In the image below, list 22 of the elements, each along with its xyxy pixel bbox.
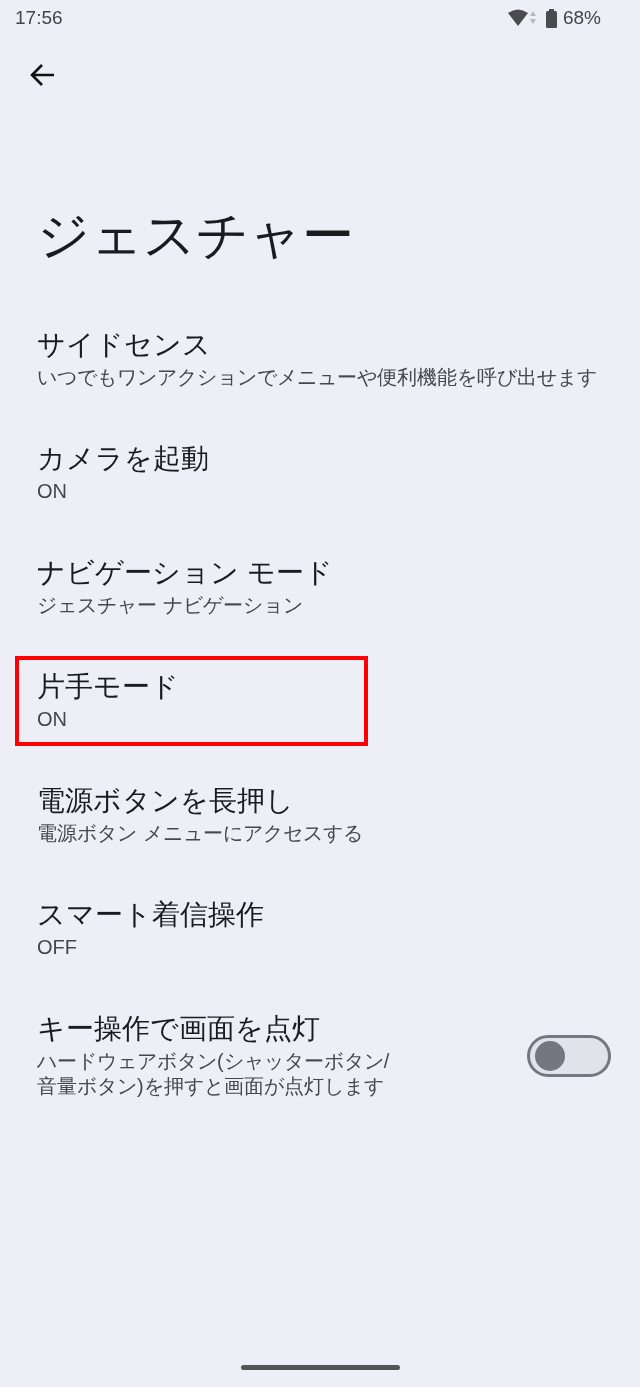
page-title: ジェスチャー [37, 205, 355, 265]
battery-percent: 68% [562, 5, 601, 30]
setting-title[interactable]: 片手モード [37, 670, 354, 704]
setting-title[interactable]: サイドセンス [37, 328, 611, 362]
wifi-icon [507, 9, 538, 27]
setting-title[interactable]: ナビゲーション モード [37, 556, 611, 590]
setting-title[interactable]: スマート着信操作 [37, 898, 611, 932]
toggle-switch[interactable] [527, 1034, 611, 1077]
setting-summary: ハードウェアボタン(シャッターボタン/音量ボタン)を押すと画面が点灯します [37, 1049, 391, 1099]
setting-summary: いつでもワンアクションでメニューや便利機能を呼び出せます [37, 365, 598, 390]
status-time: 17:56 [15, 5, 63, 30]
setting-summary: ON [37, 707, 68, 732]
setting-title[interactable]: カメラを起動 [37, 442, 611, 476]
setting-title[interactable]: 電源ボタンを長押し [37, 784, 611, 818]
gesture-bar[interactable] [240, 1364, 400, 1370]
back-arrow-icon [29, 63, 55, 87]
setting-title[interactable]: キー操作で画面を点灯 [37, 1012, 409, 1046]
setting-summary: ON [37, 479, 68, 504]
setting-summary: ジェスチャー ナビゲーション [37, 593, 304, 618]
setting-summary: OFF [37, 935, 78, 960]
battery-icon [545, 8, 557, 28]
setting-summary: 電源ボタン メニューにアクセスする [37, 821, 364, 846]
